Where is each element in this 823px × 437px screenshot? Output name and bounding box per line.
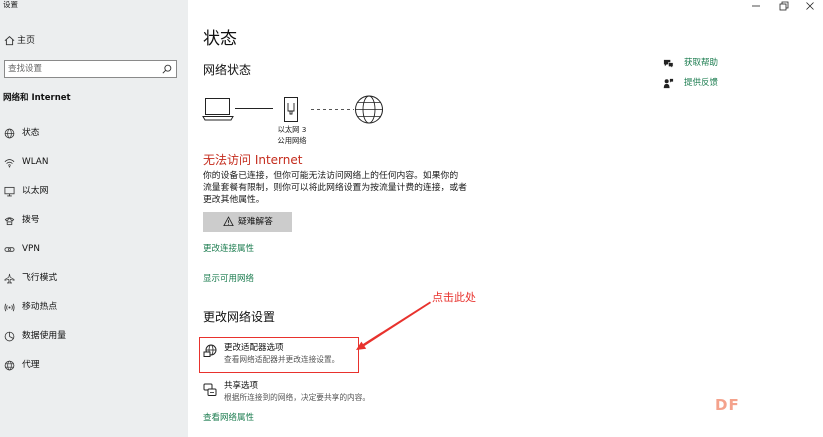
- option-title: 共享选项: [224, 381, 259, 391]
- restore-icon[interactable]: [779, 1, 789, 11]
- sidebar-item-label: 以太网: [22, 186, 49, 196]
- annotation-highlight-box: [199, 337, 359, 373]
- data-usage-icon: [4, 331, 15, 342]
- change-network-settings-heading: 更改网络设置: [203, 310, 276, 324]
- warning-icon: [223, 216, 234, 227]
- sidebar-item-wlan[interactable]: WLAN: [0, 148, 188, 177]
- sidebar-item-label: WLAN: [22, 157, 49, 167]
- search-input[interactable]: [5, 61, 160, 77]
- sidebar-item-ethernet[interactable]: 以太网: [0, 177, 188, 206]
- vpn-icon: [4, 244, 15, 255]
- feedback-icon: [663, 78, 674, 89]
- sidebar-item-hotspot[interactable]: 移动热点: [0, 293, 188, 322]
- proxy-icon: [4, 360, 15, 371]
- description-line: 流量套餐有限制，则你可以将此网络设置为按流量计费的连接，或者: [203, 183, 467, 193]
- troubleshoot-label: 疑难解答: [238, 217, 273, 227]
- ethernet-adapter-icon: [284, 97, 298, 122]
- home-label: 主页: [17, 36, 36, 46]
- chat-help-icon: [663, 58, 674, 69]
- sidebar-item-label: 数据使用量: [22, 331, 66, 341]
- hotspot-icon: [4, 302, 15, 313]
- description-line: 更改其他属性。: [203, 195, 265, 205]
- network-status-heading: 网络状态: [203, 63, 252, 77]
- network-diagram: [202, 95, 383, 124]
- sidebar-home[interactable]: 主页: [0, 34, 188, 48]
- give-feedback-link[interactable]: 提供反馈: [684, 78, 718, 89]
- sidebar-item-label: 状态: [22, 128, 40, 138]
- search-box: [4, 60, 177, 78]
- sidebar-item-airplane-mode[interactable]: 飞行模式: [0, 264, 188, 293]
- connection-alert: 无法访问 Internet: [203, 153, 303, 167]
- wifi-icon: [4, 157, 15, 168]
- status-icon: [4, 128, 15, 139]
- sidebar-nav: 状态 WLAN 以太网 拨号 VPN 飞行模式 移动热点 数据使用量 代理: [0, 119, 188, 380]
- view-network-properties-link[interactable]: 查看网络属性: [203, 413, 254, 424]
- close-icon[interactable]: [805, 1, 815, 11]
- adapter-name: 以太网 3: [277, 125, 307, 134]
- sidebar-item-label: 飞行模式: [22, 273, 58, 283]
- sharing-icon: [203, 383, 217, 397]
- sidebar-item-proxy[interactable]: 代理: [0, 351, 188, 380]
- status-description: 你的设备已连接，但你可能无法访问网络上的任何内容。如果你的 流量套餐有限制，则你…: [203, 170, 467, 206]
- get-help-link[interactable]: 获取帮助: [684, 58, 718, 69]
- window-title: 设置: [3, 0, 18, 9]
- sidebar-item-label: 拨号: [22, 215, 40, 225]
- home-icon: [4, 35, 15, 46]
- section-title: 网络和 Internet: [3, 93, 71, 103]
- sidebar-item-label: 移动热点: [22, 302, 58, 312]
- dialup-icon: [4, 215, 15, 226]
- minimize-icon[interactable]: [751, 1, 761, 11]
- sidebar: 设置 主页 网络和 Internet 状态 WLAN: [0, 0, 188, 437]
- watermark-logo: DF: [715, 396, 740, 414]
- annotation-arrow: [356, 301, 431, 350]
- search-icon[interactable]: [162, 64, 172, 74]
- option-description: 根据所连接到的网络，决定要共享的内容。: [224, 393, 371, 402]
- sidebar-item-data-usage[interactable]: 数据使用量: [0, 322, 188, 351]
- network-profile: 公用网络: [277, 136, 307, 145]
- sidebar-item-vpn[interactable]: VPN: [0, 235, 188, 264]
- globe-icon: [355, 95, 383, 124]
- computer-icon: [202, 98, 234, 121]
- ethernet-icon: [4, 186, 15, 197]
- airplane-icon: [4, 273, 15, 284]
- sidebar-item-label: VPN: [22, 244, 40, 254]
- troubleshoot-button[interactable]: 疑难解答: [203, 212, 292, 232]
- page-title: 状态: [203, 29, 237, 49]
- sharing-options-item[interactable]: 共享选项 根据所连接到的网络，决定要共享的内容。: [200, 379, 375, 405]
- sidebar-item-status[interactable]: 状态: [0, 119, 188, 148]
- show-available-networks-link[interactable]: 显示可用网络: [203, 274, 254, 285]
- sidebar-item-label: 代理: [22, 360, 40, 370]
- sidebar-item-dialup[interactable]: 拨号: [0, 206, 188, 235]
- change-connection-properties-link[interactable]: 更改连接属性: [203, 244, 254, 255]
- description-line: 你的设备已连接，但你可能无法访问网络上的任何内容。如果你的: [203, 171, 459, 181]
